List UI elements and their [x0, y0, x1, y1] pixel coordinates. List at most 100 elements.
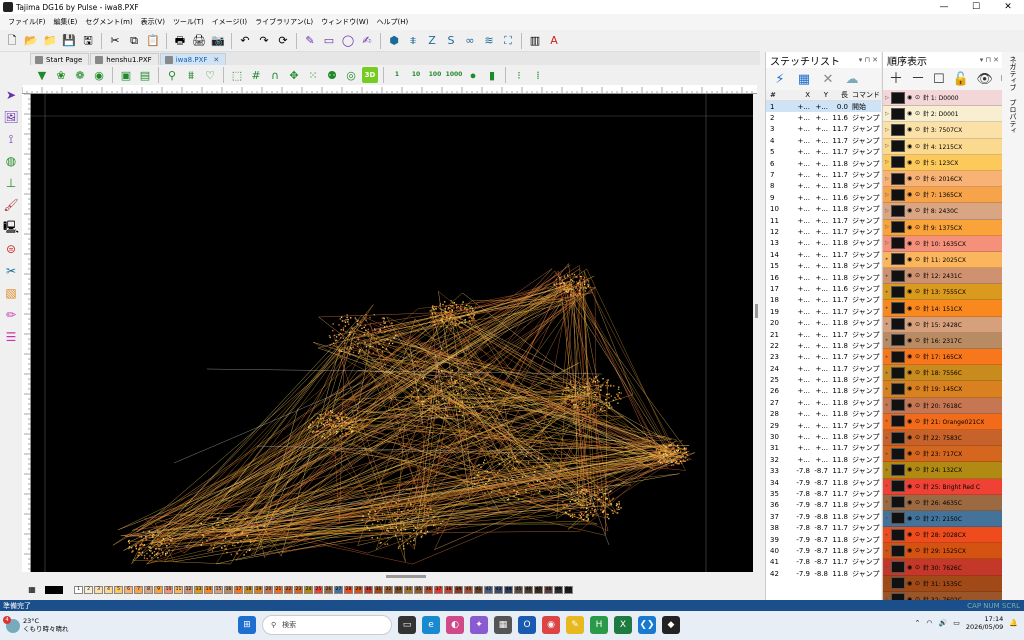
- sequence-item[interactable]: ▸ ◉ ⊙ 針 13: 7555CX: [883, 284, 1002, 301]
- add-icon[interactable]: ＋: [889, 71, 903, 87]
- monitor-icon[interactable]: ▣: [118, 67, 134, 83]
- node-select-icon[interactable]: ⟟: [3, 131, 19, 147]
- sequence-item[interactable]: ▸ ◉ ⊙ 針 19: 145CX: [883, 381, 1002, 398]
- stitch-row[interactable]: 36 -7.9 -8.7 11.8 ジャンプ: [766, 500, 881, 511]
- close-window-button[interactable]: ✕: [992, 0, 1024, 14]
- tab-properties[interactable]: プロパティ: [1008, 95, 1018, 138]
- open-recent-icon[interactable]: 📁: [42, 33, 58, 49]
- lightning-icon[interactable]: ⚡: [772, 71, 788, 87]
- grid-icon[interactable]: #: [248, 67, 264, 83]
- wifi-icon[interactable]: ◠: [926, 619, 932, 627]
- panel-controls[interactable]: ▾ ⊓ ✕: [980, 56, 1002, 64]
- eye-icon[interactable]: ◉: [907, 337, 915, 344]
- start-windows-icon[interactable]: ⊞: [238, 616, 256, 634]
- sequence-item[interactable]: ▸ ◉ ⊙ 針 15: 2428C: [883, 316, 1002, 333]
- eye-icon[interactable]: ◉: [907, 272, 915, 279]
- eye-icon[interactable]: ◉: [907, 207, 915, 214]
- palette-swatch[interactable]: 41: [474, 586, 483, 594]
- eye-icon[interactable]: ◉: [907, 385, 915, 392]
- redo-icon[interactable]: ↷: [256, 33, 272, 49]
- panel-controls[interactable]: ▾ ⊓ ✕: [859, 56, 881, 64]
- anchor-icon[interactable]: ⊥: [3, 175, 19, 191]
- expand-arrow-icon[interactable]: ▷: [883, 143, 891, 149]
- palette-swatch[interactable]: 10: [164, 586, 173, 594]
- rectangle-icon[interactable]: ▭: [321, 33, 337, 49]
- sequence-item[interactable]: ▸ ◉ ⊙ 針 14: 151CX: [883, 300, 1002, 317]
- lock-icon[interactable]: ⊙: [915, 191, 923, 198]
- sequence-item[interactable]: ▷ ◉ ⊙ 針 1: D0000: [883, 90, 1002, 107]
- print-icon[interactable]: 🖶: [172, 33, 188, 49]
- palette-swatch[interactable]: 4: [104, 586, 113, 594]
- color-change-icon[interactable]: ⦁: [465, 67, 481, 83]
- expand-arrow-icon[interactable]: ▸: [883, 548, 891, 554]
- notes-icon[interactable]: ✎: [566, 616, 584, 634]
- palette-swatch[interactable]: 32: [384, 586, 393, 594]
- lock-icon[interactable]: ⊙: [915, 256, 923, 263]
- expand-arrow-icon[interactable]: ▸: [883, 515, 891, 521]
- sequence-item[interactable]: ▸ ◉ ⊙ 針 16: 2317C: [883, 332, 1002, 349]
- stitch-row[interactable]: 37 -7.9 -8.8 11.8 ジャンプ: [766, 511, 881, 522]
- menu-edit[interactable]: 編集(E): [50, 17, 82, 27]
- stitch-row[interactable]: 22 +... +... 11.8 ジャンプ: [766, 340, 881, 351]
- undo-icon[interactable]: ↶: [237, 33, 253, 49]
- palette-swatch[interactable]: 16: [224, 586, 233, 594]
- sequence-item[interactable]: ▷ ◉ ⊙ 針 7: 1365CX: [883, 187, 1002, 204]
- eye-icon[interactable]: ◉: [907, 547, 915, 554]
- palette-swatch[interactable]: 28: [344, 586, 353, 594]
- text-tool-icon[interactable]: ✍: [359, 33, 375, 49]
- eye-icon[interactable]: ◉: [907, 191, 915, 198]
- menu-view[interactable]: 表示(V): [137, 17, 169, 27]
- expand-arrow-icon[interactable]: ▸: [883, 402, 891, 408]
- stitch-row[interactable]: 39 -7.9 -8.7 11.8 ジャンプ: [766, 534, 881, 545]
- expand-arrow-icon[interactable]: ▸: [883, 273, 891, 279]
- tajima-app-icon[interactable]: ◆: [662, 616, 680, 634]
- machine-icon[interactable]: 🖳: [3, 219, 19, 235]
- globe-icon[interactable]: ◍: [3, 153, 19, 169]
- stitch-row[interactable]: 11 +... +... 11.7 ジャンプ: [766, 215, 881, 226]
- stitch-row[interactable]: 15 +... +... 11.8 ジャンプ: [766, 260, 881, 271]
- eye-icon[interactable]: ◉: [907, 564, 915, 571]
- stitch-row[interactable]: 41 -7.8 -8.7 11.7 ジャンプ: [766, 557, 881, 568]
- lock-icon[interactable]: ⊙: [915, 547, 923, 554]
- sequence-item[interactable]: ▸ ◉ ⊙ 針 28: 2028CX: [883, 527, 1002, 544]
- palette-swatch[interactable]: 24: [304, 586, 313, 594]
- lock-icon[interactable]: ⊙: [915, 321, 923, 328]
- expand-arrow-icon[interactable]: ▸: [883, 386, 891, 392]
- lock-icon[interactable]: 🔓: [953, 71, 969, 87]
- lock-icon[interactable]: ⊙: [915, 369, 923, 376]
- chrome-icon[interactable]: ◉: [542, 616, 560, 634]
- stitch-points-icon[interactable]: ⁙: [305, 67, 321, 83]
- new-file-icon[interactable]: 🗋: [4, 33, 20, 49]
- sequence-item[interactable]: ▷ ◉ ⊙ 針 4: 1215CX: [883, 138, 1002, 155]
- canvas-vertical-scrollbar[interactable]: [753, 94, 760, 572]
- expand-arrow-icon[interactable]: ▸: [883, 321, 891, 327]
- eye-icon[interactable]: ◉: [907, 418, 915, 425]
- sequence-item[interactable]: ▸ ◉ ⊙ 針 20: 7618C: [883, 397, 1002, 414]
- lock-icon[interactable]: ⊙: [915, 94, 923, 101]
- step-1000-button[interactable]: 1000: [446, 67, 463, 83]
- stitch-view-icon[interactable]: ⩩: [183, 67, 199, 83]
- palette-swatch[interactable]: 18: [244, 586, 253, 594]
- menu-segment[interactable]: セグメント(m): [81, 17, 136, 27]
- stitch-row[interactable]: 35 -7.8 -8.7 11.7 ジャンプ: [766, 488, 881, 499]
- pen-icon[interactable]: ✎: [302, 33, 318, 49]
- photos-icon[interactable]: ◐: [446, 616, 464, 634]
- save-icon[interactable]: 💾: [61, 33, 77, 49]
- sequence-item[interactable]: ▷ ◉ ⊙ 針 5: 123CX: [883, 154, 1002, 171]
- eye-icon[interactable]: ◉: [907, 143, 915, 150]
- expand-arrow-icon[interactable]: ▸: [883, 256, 891, 262]
- step-100-button[interactable]: 100: [427, 67, 443, 83]
- taskbar-search[interactable]: ⚲ 検索: [262, 615, 392, 635]
- palette-swatch[interactable]: 35: [414, 586, 423, 594]
- stitch-row[interactable]: 23 +... +... 11.7 ジャンプ: [766, 352, 881, 363]
- expand-arrow-icon[interactable]: ▷: [883, 176, 891, 182]
- lock-icon[interactable]: ⊙: [915, 175, 923, 182]
- spiral-icon[interactable]: S: [443, 33, 459, 49]
- lock-icon[interactable]: ⊙: [915, 466, 923, 473]
- sequence-item[interactable]: ▷ ◉ ⊙ 針 3: 7507CX: [883, 122, 1002, 139]
- palette-swatch[interactable]: 2: [84, 586, 93, 594]
- filter-icon[interactable]: ▼: [34, 67, 50, 83]
- tab-negative[interactable]: ネガティブ: [1008, 52, 1018, 95]
- eye-icon[interactable]: ◉: [907, 224, 915, 231]
- lock-icon[interactable]: ⊙: [915, 207, 923, 214]
